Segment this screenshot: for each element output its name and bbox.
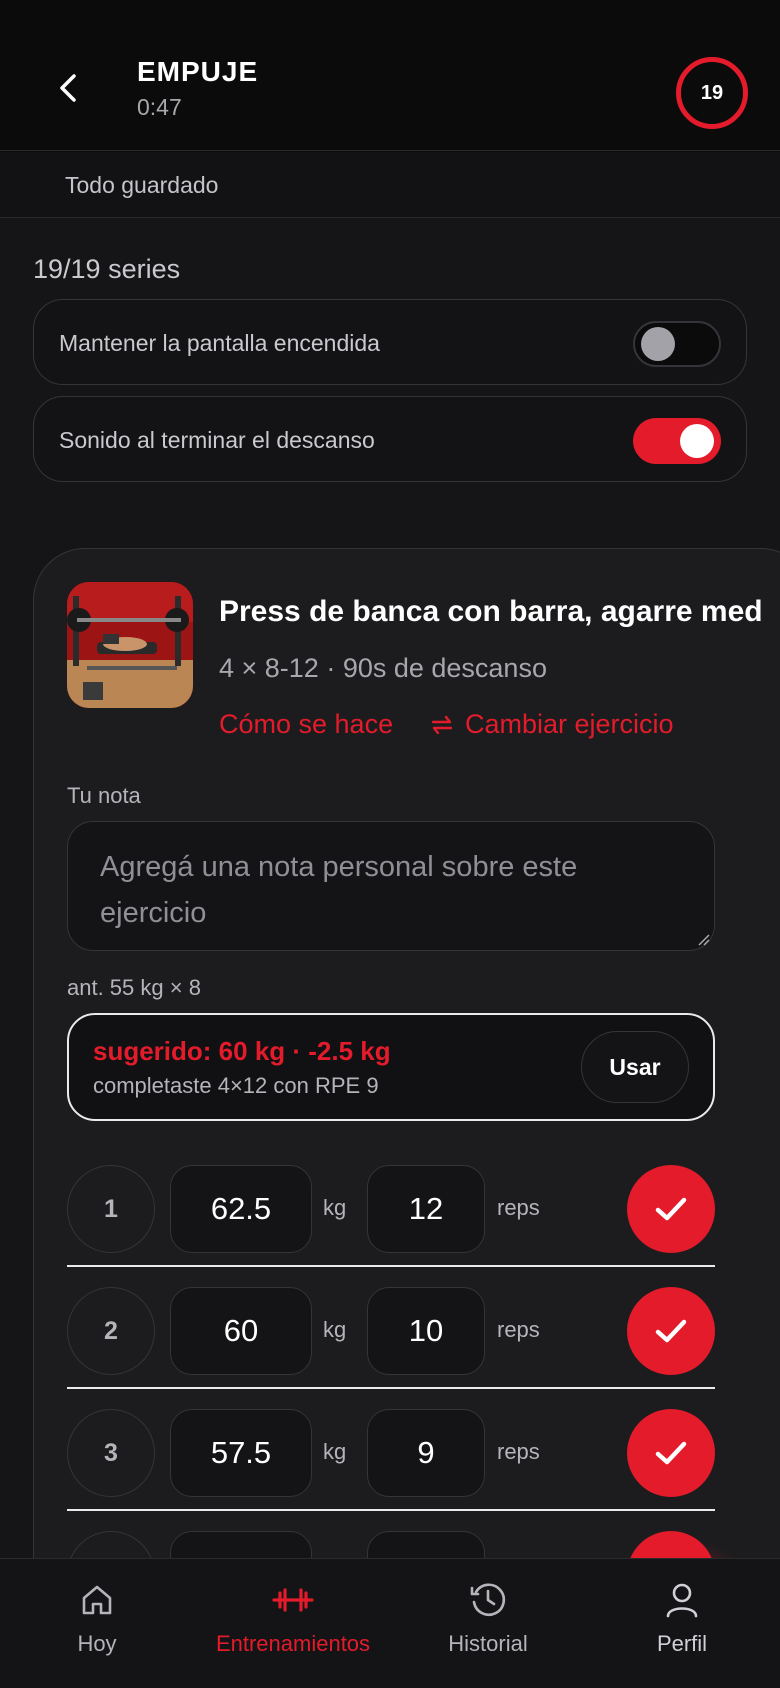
note-textarea[interactable]: Agregá una nota personal sobre este ejer…: [67, 821, 715, 951]
rest-counter[interactable]: 19: [676, 57, 748, 129]
save-status-bar: Todo guardado: [0, 152, 780, 218]
set-number[interactable]: 2: [67, 1287, 155, 1375]
keep-screen-on-toggle[interactable]: [633, 321, 721, 367]
dumbbell-icon: [272, 1588, 314, 1612]
weight-unit: kg: [323, 1195, 347, 1220]
change-exercise-link[interactable]: Cambiar ejercicio: [429, 709, 674, 740]
toggle-knob: [680, 424, 714, 458]
reps-unit: reps: [497, 1317, 540, 1342]
tab-label: Entrenamientos: [215, 1631, 371, 1656]
reps-input[interactable]: 10: [367, 1287, 485, 1375]
tab-label: Historial: [448, 1631, 528, 1656]
setting-rest-sound: Sonido al terminar el descanso: [33, 396, 747, 482]
exercise-thumbnail[interactable]: [67, 582, 193, 708]
setting-label: Mantener la pantalla encendida: [59, 330, 380, 356]
set-row: 3 57.5 kg 9 reps: [67, 1389, 715, 1511]
suggestion-box: sugerido: 60 kg · -2.5 kg completaste 4×…: [67, 1013, 715, 1121]
back-button[interactable]: [50, 66, 86, 110]
reps-input[interactable]: [367, 1531, 485, 1558]
reps-unit: reps: [497, 1439, 540, 1464]
weight-unit: kg: [323, 1317, 347, 1342]
weight-input[interactable]: 57.5: [170, 1409, 312, 1497]
workout-content[interactable]: 19/19 series Mantener la pantalla encend…: [0, 218, 780, 1558]
workout-title: EMPUJE: [137, 56, 259, 87]
history-icon: [470, 1583, 506, 1617]
suggestion-title: sugerido: 60 kg · -2.5 kg: [93, 1036, 391, 1066]
setting-keep-screen-on: Mantener la pantalla encendida: [33, 299, 747, 385]
exercise-name[interactable]: Press de banca con barra, agarre med: [219, 595, 763, 629]
weight-input[interactable]: 62.5: [170, 1165, 312, 1253]
change-exercise-label: Cambiar ejercicio: [465, 709, 674, 739]
tab-historial[interactable]: Historial: [432, 1559, 544, 1688]
series-progress: 19/19 series: [33, 254, 181, 284]
weight-input[interactable]: [170, 1531, 312, 1558]
toggle-knob: [641, 327, 675, 361]
user-icon: [666, 1583, 698, 1618]
suggestion-subtitle: completaste 4×12 con RPE 9: [93, 1073, 379, 1098]
set-row: 1 62.5 kg 12 reps: [67, 1145, 715, 1267]
set-number[interactable]: 1: [67, 1165, 155, 1253]
swap-icon: [431, 715, 453, 734]
save-status: Todo guardado: [65, 172, 219, 198]
rest-sound-toggle[interactable]: [633, 418, 721, 464]
set-row: 2 60 kg 10 reps: [67, 1267, 715, 1389]
weight-unit: kg: [323, 1439, 347, 1464]
note-label: Tu nota: [67, 783, 141, 808]
tab-perfil[interactable]: Perfil: [632, 1559, 732, 1688]
home-icon: [82, 1585, 112, 1615]
check-icon: [655, 1441, 687, 1465]
chevron-left-icon: [60, 74, 76, 102]
exercise-meta: 4 × 8-12 · 90s de descanso: [219, 653, 547, 683]
set-row-partial: [67, 1511, 715, 1558]
complete-set-button[interactable]: [627, 1287, 715, 1375]
previous-performance: ant. 55 kg × 8: [67, 975, 201, 1000]
check-icon: [655, 1197, 687, 1221]
reps-input[interactable]: 9: [367, 1409, 485, 1497]
tab-label: Perfil: [656, 1631, 708, 1656]
check-icon: [655, 1319, 687, 1343]
set-number[interactable]: 3: [67, 1409, 155, 1497]
set-number[interactable]: [67, 1531, 155, 1558]
how-to-link[interactable]: Cómo se hace: [219, 709, 393, 740]
reps-unit: reps: [497, 1195, 540, 1220]
resize-handle-icon[interactable]: [696, 932, 710, 946]
use-suggestion-button[interactable]: Usar: [581, 1031, 689, 1103]
complete-set-button[interactable]: [627, 1165, 715, 1253]
tab-hoy[interactable]: Hoy: [48, 1559, 146, 1688]
setting-label: Sonido al terminar el descanso: [59, 427, 375, 453]
workout-timer: 0:47: [137, 94, 182, 120]
bottom-tab-bar: Hoy Entrenamientos Historial Perfil: [0, 1558, 780, 1688]
weight-input[interactable]: 60: [170, 1287, 312, 1375]
note-placeholder: Agregá una nota personal sobre este ejer…: [100, 851, 578, 929]
complete-set-button[interactable]: [627, 1409, 715, 1497]
tab-label: Hoy: [77, 1631, 117, 1656]
tab-entrenamientos[interactable]: Entrenamientos: [192, 1559, 394, 1688]
exercise-card: Press de banca con barra, agarre med 4 ×…: [33, 548, 780, 1558]
app-header: EMPUJE 0:47 19: [0, 0, 780, 151]
reps-input[interactable]: 12: [367, 1165, 485, 1253]
